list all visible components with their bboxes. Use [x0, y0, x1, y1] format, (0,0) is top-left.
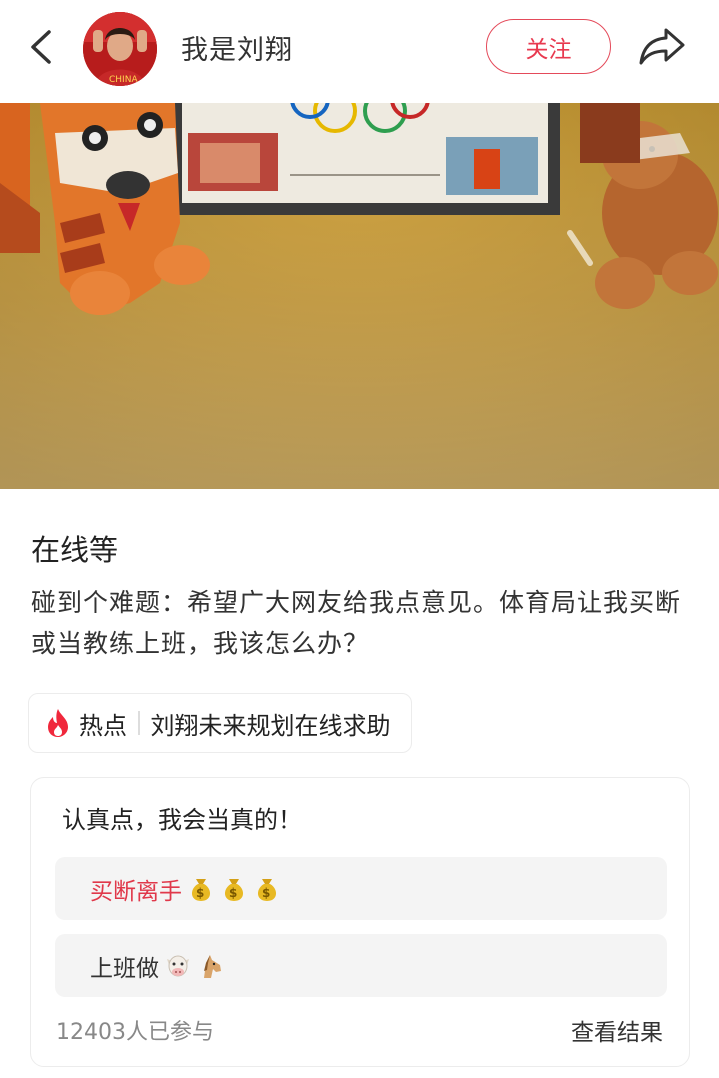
- money-bag-icon: $: [257, 878, 277, 901]
- author-avatar[interactable]: CHINA: [83, 12, 157, 86]
- post-title: 在线等: [31, 533, 119, 567]
- share-icon[interactable]: [637, 24, 687, 69]
- horse-icon: [204, 954, 221, 978]
- poll-card: 认真点，我会当真的！ 买断离手 $ $ $ 上班做 12403人已参与 查看结果: [30, 777, 690, 1067]
- hot-label: 热点: [79, 711, 127, 740]
- author-name[interactable]: 我是刘翔: [181, 28, 293, 67]
- participant-count: 12403人已参与: [56, 1020, 214, 1045]
- view-results-link[interactable]: 查看结果: [571, 1013, 663, 1047]
- poll-option-label: 上班做: [90, 955, 159, 982]
- fire-icon: [48, 709, 68, 737]
- poll-option-work[interactable]: 上班做: [55, 934, 667, 997]
- svg-text:$: $: [262, 886, 270, 900]
- poll-question: 认真点，我会当真的！: [62, 806, 302, 834]
- svg-text:CHINA: CHINA: [109, 75, 138, 85]
- money-bag-icon: $: [191, 878, 211, 901]
- back-arrow-icon[interactable]: [22, 26, 62, 68]
- post-photo[interactable]: [0, 103, 719, 489]
- cow-icon: [167, 955, 189, 976]
- poll-option-buyout[interactable]: 买断离手 $ $ $: [55, 857, 667, 920]
- money-bag-icon: $: [224, 878, 244, 901]
- svg-text:$: $: [229, 886, 237, 900]
- topic-divider: [138, 711, 140, 735]
- hot-topic-chip[interactable]: 热点 刘翔未来规划在线求助: [28, 693, 412, 753]
- post-header: CHINA 我是刘翔 关注: [0, 0, 719, 103]
- post-body: 碰到个难题：希望广大网友给我点意见。体育局让我买断或当教练上班，我该怎么办？: [31, 588, 682, 658]
- topic-name: 刘翔未来规划在线求助: [150, 711, 391, 740]
- svg-text:$: $: [196, 886, 204, 900]
- follow-button[interactable]: 关注: [486, 19, 611, 74]
- poll-option-label: 买断离手: [90, 878, 182, 905]
